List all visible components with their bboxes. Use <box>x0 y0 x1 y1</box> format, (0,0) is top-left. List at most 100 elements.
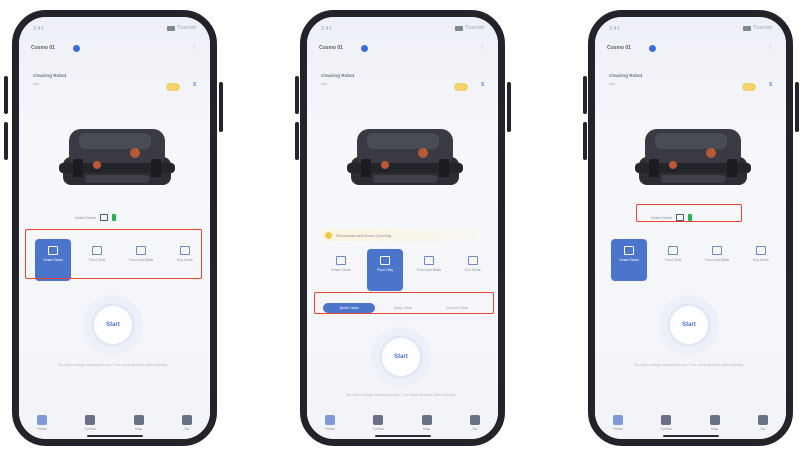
camera-icon <box>100 214 109 221</box>
nav-label: Map <box>135 427 143 431</box>
phone-side-button <box>295 122 299 160</box>
nav-label: Control <box>660 427 672 431</box>
app-screen: 9:41 Tvarnet Cosmo 01 ⋮ Cleaning Robot I… <box>19 17 210 439</box>
device-name[interactable]: Cosmo 01 <box>607 45 631 51</box>
recommendation-banner[interactable]: Recommended Mode Cleaning <box>321 229 479 241</box>
nav-home[interactable]: Home <box>317 415 343 431</box>
mode-card[interactable]: Smart Clean <box>323 249 359 291</box>
mode-card[interactable]: Eco Mode <box>455 249 491 291</box>
mode-label: Floor Only <box>376 268 394 272</box>
smart-clean-icon <box>336 256 346 265</box>
pool-robot-image <box>347 129 463 185</box>
status-right: Tvarnet <box>742 25 772 31</box>
device-info: Cleaning Robot Idle <box>609 73 689 95</box>
phone-1: 9:41 Tvarnet Cosmo 01 ⋮ Cleaning Robot I… <box>12 10 217 446</box>
home-icon <box>37 415 47 425</box>
battery-level: 5 <box>481 82 484 88</box>
home-indicator <box>86 435 143 437</box>
battery-level: 5 <box>193 82 196 88</box>
map-icon <box>133 415 144 425</box>
nav-control[interactable]: Control <box>77 415 103 431</box>
floor-only-icon <box>380 256 390 265</box>
phone-side-button <box>4 76 8 114</box>
signal-icon <box>166 25 175 31</box>
mode-card[interactable]: Eco Mode <box>743 239 779 281</box>
highlight-mode-selector <box>25 229 202 279</box>
mode-card[interactable]: Floor and Walls <box>699 239 735 281</box>
phone-side-button <box>295 76 299 114</box>
nav-label: Home <box>613 427 623 431</box>
device-name[interactable]: Cosmo 01 <box>31 45 55 51</box>
pool-robot-image <box>635 129 751 185</box>
nav-home[interactable]: Home <box>605 415 631 431</box>
mode-label: Smart Clean <box>331 268 351 272</box>
mode-label: Floor and Walls <box>704 258 730 262</box>
nav-control[interactable]: Control <box>653 415 679 431</box>
lightbulb-icon <box>325 231 332 239</box>
topbar: Cosmo 01 ⋮ <box>319 43 486 57</box>
start-ring: Start <box>371 327 431 387</box>
smart-clean-icon <box>624 246 634 255</box>
map-icon <box>421 415 432 425</box>
nav-label: Me <box>472 427 478 431</box>
device-title: Cleaning Robot <box>321 73 355 78</box>
start-button[interactable]: Start <box>94 306 132 344</box>
profile-icon <box>469 415 480 425</box>
nav-map[interactable]: Map <box>126 415 152 431</box>
connection-status-icon <box>73 45 80 52</box>
mode-card[interactable]: Floor Only <box>655 239 691 281</box>
pill-label: Video Mode <box>75 215 97 220</box>
nav-control[interactable]: Control <box>365 415 391 431</box>
bottom-nav: Home Control Map Me <box>605 409 776 431</box>
nav-map[interactable]: Map <box>702 415 728 431</box>
nav-me[interactable]: Me <box>174 415 200 431</box>
mode-label: Eco Mode <box>465 268 481 272</box>
mode-card[interactable]: Floor Only <box>367 249 403 291</box>
nav-home[interactable]: Home <box>29 415 55 431</box>
device-subtitle: Idle <box>33 81 40 86</box>
video-mode-pill[interactable]: Video Mode <box>75 214 117 221</box>
start-button[interactable]: Start <box>670 306 708 344</box>
phone-side-button <box>583 76 587 114</box>
device-subtitle: Idle <box>321 81 328 86</box>
signal-icon <box>454 25 463 31</box>
floor-walls-icon <box>712 246 722 255</box>
mode-card[interactable]: Smart Clean <box>611 239 647 281</box>
notice-text: Recommended Mode Cleaning <box>336 232 392 238</box>
hint-text: Tap Start to begin cleaning the pool. Th… <box>57 363 169 367</box>
home-icon <box>613 415 623 425</box>
eco-mode-icon <box>756 246 766 255</box>
start-button[interactable]: Start <box>382 338 420 376</box>
nav-me[interactable]: Me <box>462 415 488 431</box>
device-title: Cleaning Robot <box>33 73 67 78</box>
bottom-nav: Home Control Map Me <box>29 409 200 431</box>
status-time: 9:41 <box>33 26 44 32</box>
phone-3: 9:41 Tvarnet Cosmo 01 ⋮ Cleaning Robot I… <box>588 10 793 446</box>
phone-side-button <box>795 82 799 132</box>
phone-side-button <box>583 122 587 160</box>
battery-icon <box>742 83 756 91</box>
home-indicator <box>374 435 431 437</box>
status-carrier: Tvarnet <box>464 25 484 31</box>
more-icon[interactable]: ⋮ <box>766 43 774 52</box>
topbar: Cosmo 01 ⋮ <box>31 43 198 57</box>
status-right: Tvarnet <box>166 25 196 31</box>
robot-battery-icon <box>112 214 117 221</box>
mode-label: Floor and Walls <box>416 268 442 272</box>
nav-map[interactable]: Map <box>414 415 440 431</box>
more-icon[interactable]: ⋮ <box>190 43 198 52</box>
mode-label: Smart Clean <box>619 258 639 262</box>
status-time: 9:41 <box>609 26 620 32</box>
highlight-video-mode-pill <box>636 204 742 222</box>
nav-label: Map <box>423 427 431 431</box>
mode-card[interactable]: Floor and Walls <box>411 249 447 291</box>
status-carrier: Tvarnet <box>752 25 772 31</box>
nav-me[interactable]: Me <box>750 415 776 431</box>
nav-label: Control <box>372 427 384 431</box>
nav-label: Me <box>184 427 190 431</box>
device-info: Cleaning Robot Idle <box>33 73 113 95</box>
more-icon[interactable]: ⋮ <box>478 43 486 52</box>
device-name[interactable]: Cosmo 01 <box>319 45 343 51</box>
battery-icon <box>454 83 468 91</box>
phone-side-button <box>219 82 223 132</box>
